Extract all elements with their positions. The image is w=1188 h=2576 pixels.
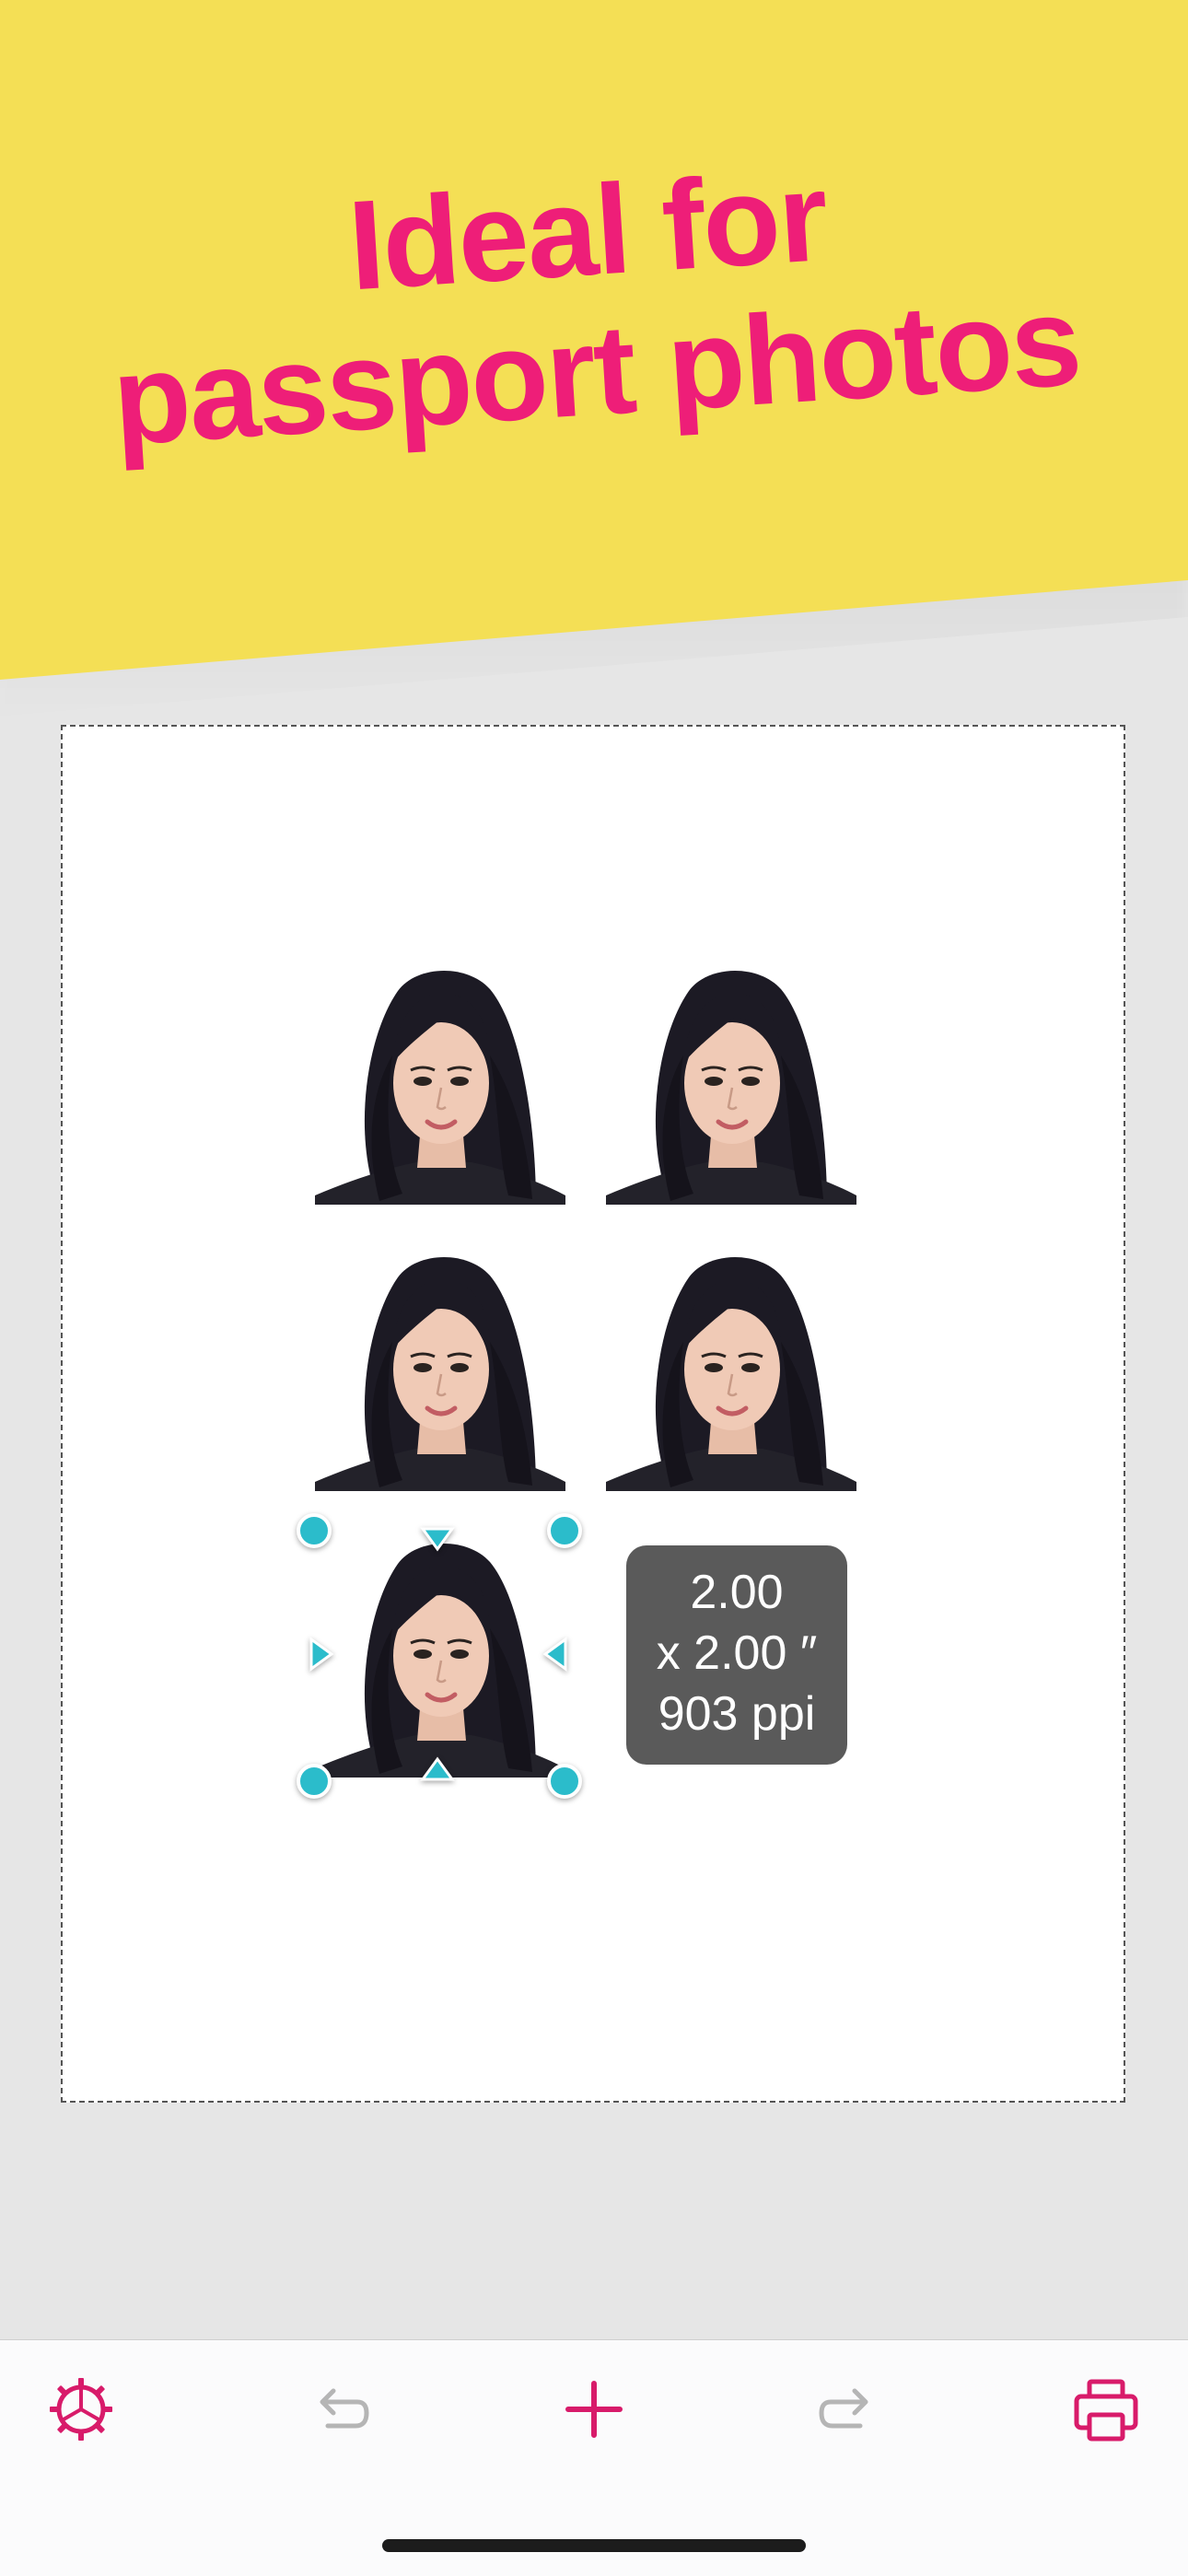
resize-handle-top-right[interactable] [547, 1513, 582, 1548]
undo-button[interactable] [297, 2365, 385, 2454]
print-page-canvas[interactable] [61, 725, 1125, 2103]
resize-handle-bottom-left[interactable] [297, 1764, 332, 1799]
print-icon [1074, 2379, 1138, 2442]
size-width: 2.00 [690, 1566, 784, 1619]
resize-handle-right-icon[interactable] [536, 1636, 573, 1673]
resize-handle-bottom-right[interactable] [547, 1764, 582, 1799]
passport-photo[interactable] [315, 954, 565, 1205]
resize-handle-bottom-icon[interactable] [419, 1750, 456, 1787]
size-height: x 2.00 ″ [656, 1626, 818, 1680]
selected-passport-photo[interactable] [315, 1527, 565, 1778]
settings-gear-icon [50, 2378, 112, 2441]
portrait-image [315, 1241, 565, 1491]
home-indicator[interactable] [382, 2539, 806, 2552]
resize-handle-left-icon[interactable] [304, 1636, 341, 1673]
portrait-image [315, 1527, 565, 1778]
undo-icon [320, 2388, 369, 2429]
add-photo-button[interactable] [550, 2365, 638, 2454]
resize-handle-top-icon[interactable] [419, 1521, 456, 1558]
redo-button[interactable] [803, 2365, 891, 2454]
portrait-image [606, 954, 856, 1205]
portrait-image [315, 954, 565, 1205]
passport-photo[interactable] [606, 1241, 856, 1491]
passport-photo[interactable] [606, 954, 856, 1205]
portrait-image [606, 1241, 856, 1491]
settings-button[interactable] [37, 2365, 125, 2454]
passport-photo[interactable] [315, 1241, 565, 1491]
photo-size-badge: 2.00 x 2.00 ″ 903 ppi [626, 1545, 847, 1765]
resize-handle-top-left[interactable] [297, 1513, 332, 1548]
size-resolution: 903 ppi [658, 1687, 816, 1741]
add-icon [565, 2381, 623, 2438]
redo-icon [819, 2388, 868, 2429]
print-button[interactable] [1062, 2365, 1150, 2454]
